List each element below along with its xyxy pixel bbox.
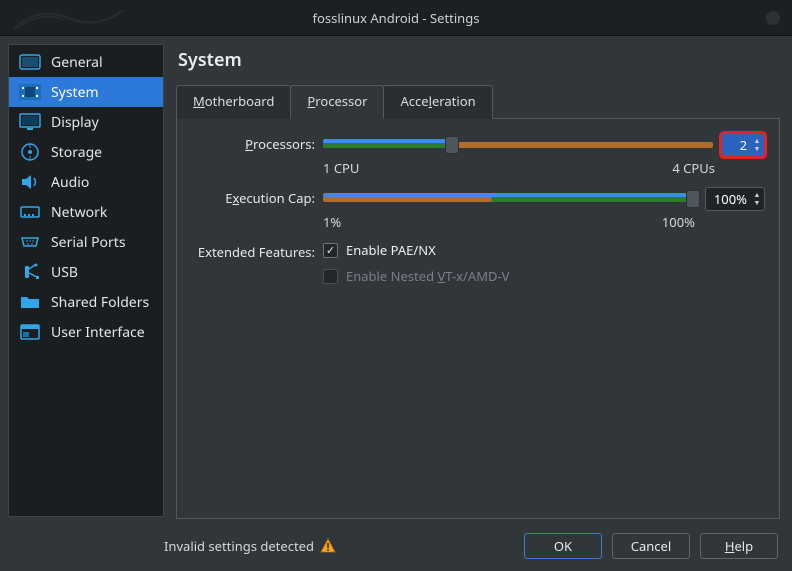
- processor-panel: Processors: 2 ▲ ▼: [176, 119, 780, 519]
- checkbox-icon: [323, 269, 338, 284]
- content-panel: System Motherboard Processor Acceleratio…: [170, 36, 792, 525]
- sidebar-item-label: Serial Ports: [51, 233, 126, 252]
- slider-handle[interactable]: [686, 190, 700, 208]
- sidebar-item-network[interactable]: Network: [9, 197, 163, 227]
- execution-cap-label: Execution Cap:: [191, 187, 323, 207]
- sidebar-item-system[interactable]: System: [9, 77, 163, 107]
- ui-icon: [19, 322, 41, 342]
- exec-max-label: 100%: [662, 213, 695, 231]
- extended-features-label: Extended Features:: [191, 241, 323, 261]
- cpu-min-label: 1 CPU: [323, 159, 359, 177]
- settings-sidebar: General System Display Storage Audio: [8, 44, 164, 517]
- window-title: fosslinux Android - Settings: [313, 9, 480, 27]
- tab-acceleration[interactable]: Acceleration: [383, 85, 492, 119]
- spin-down-icon[interactable]: ▼: [752, 199, 762, 207]
- checkbox-icon[interactable]: ✓: [323, 243, 338, 258]
- processors-slider[interactable]: [323, 136, 713, 154]
- sidebar-item-display[interactable]: Display: [9, 107, 163, 137]
- enable-nested-vt-label: Enable Nested VT-x/AMD-V: [346, 267, 509, 285]
- sidebar-item-label: User Interface: [51, 323, 145, 342]
- ok-button[interactable]: OK: [524, 533, 602, 559]
- sidebar-item-label: System: [51, 83, 99, 102]
- sidebar-item-usb[interactable]: USB: [9, 257, 163, 287]
- window-close-button[interactable]: [766, 11, 780, 25]
- invalid-settings-message[interactable]: Invalid settings detected: [164, 537, 336, 555]
- sidebar-item-label: USB: [51, 263, 78, 282]
- usb-icon: [19, 262, 41, 282]
- sidebar-item-label: Shared Folders: [51, 293, 149, 312]
- sidebar-item-label: Audio: [51, 173, 89, 192]
- sidebar-item-general[interactable]: General: [9, 47, 163, 77]
- general-icon: [19, 52, 41, 72]
- enable-nested-vt-row: Enable Nested VT-x/AMD-V: [323, 267, 765, 285]
- folder-icon: [19, 292, 41, 312]
- window-titlebar: fosslinux Android - Settings: [0, 0, 792, 36]
- execution-cap-slider[interactable]: [323, 190, 697, 208]
- enable-pae-nx-row[interactable]: ✓ Enable PAE/NX: [323, 241, 765, 259]
- exec-min-label: 1%: [323, 213, 341, 231]
- sidebar-item-shared-folders[interactable]: Shared Folders: [9, 287, 163, 317]
- execution-cap-value[interactable]: 100%: [712, 190, 750, 208]
- enable-pae-nx-label: Enable PAE/NX: [346, 241, 436, 259]
- audio-icon: [19, 172, 41, 192]
- tab-motherboard[interactable]: Motherboard: [176, 85, 291, 119]
- warning-icon: [320, 538, 336, 554]
- processors-value[interactable]: 2: [728, 136, 750, 154]
- network-icon: [19, 202, 41, 222]
- display-icon: [19, 112, 41, 132]
- sidebar-item-storage[interactable]: Storage: [9, 137, 163, 167]
- page-title: System: [178, 48, 780, 72]
- serial-port-icon: [19, 232, 41, 252]
- sidebar-item-label: Network: [51, 203, 107, 222]
- sidebar-item-user-interface[interactable]: User Interface: [9, 317, 163, 347]
- sidebar-item-label: Storage: [51, 143, 102, 162]
- processors-label: Processors:: [191, 133, 323, 153]
- spin-down-icon[interactable]: ▼: [752, 145, 762, 153]
- sidebar-item-serial-ports[interactable]: Serial Ports: [9, 227, 163, 257]
- dialog-footer: Invalid settings detected OK Cancel Help: [0, 525, 792, 571]
- kali-dragon-icon: [8, 0, 128, 36]
- cpu-max-label: 4 CPUs: [672, 159, 715, 177]
- sidebar-item-label: Display: [51, 113, 99, 132]
- system-icon: [19, 82, 41, 102]
- slider-handle[interactable]: [445, 136, 459, 154]
- sidebar-item-label: General: [51, 53, 103, 72]
- tab-bar: Motherboard Processor Acceleration: [176, 84, 780, 119]
- sidebar-item-audio[interactable]: Audio: [9, 167, 163, 197]
- help-button[interactable]: Help: [700, 533, 778, 559]
- processors-spinbox[interactable]: 2 ▲ ▼: [721, 133, 765, 157]
- execution-cap-spinbox[interactable]: 100% ▲ ▼: [705, 187, 765, 211]
- cancel-button[interactable]: Cancel: [612, 533, 690, 559]
- tab-processor[interactable]: Processor: [290, 85, 384, 119]
- storage-icon: [19, 142, 41, 162]
